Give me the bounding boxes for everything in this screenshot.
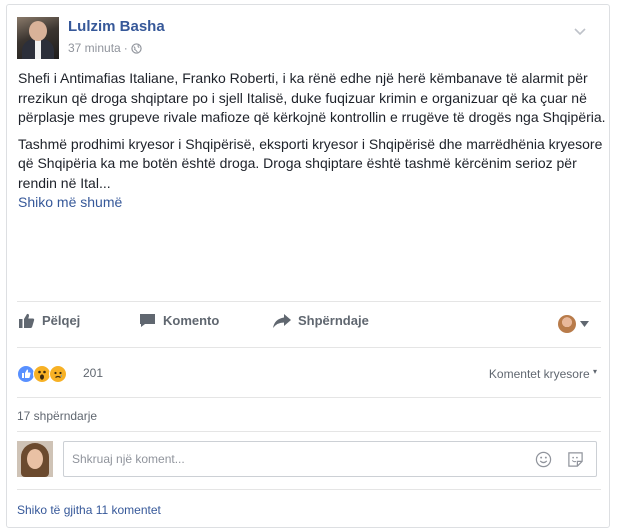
sad-reaction-icon [49, 365, 67, 383]
comment-box[interactable] [63, 441, 597, 477]
top-comments-label: Komentet kryesore [488, 367, 590, 381]
emoji-icon[interactable] [535, 451, 552, 468]
share-arrow-icon [273, 313, 291, 328]
reaction-icons[interactable] [17, 365, 67, 383]
post-time[interactable]: 37 minuta [68, 41, 121, 55]
author-name[interactable]: Lulzim Basha [68, 18, 165, 35]
divider [17, 301, 601, 302]
share-label: Shpërndaje [298, 313, 369, 328]
share-button[interactable]: Shpërndaje [273, 313, 369, 328]
divider [17, 347, 601, 348]
sticker-icon[interactable] [567, 451, 584, 468]
thumbs-up-icon [19, 313, 35, 328]
viewer-avatar [17, 441, 53, 477]
reaction-selector[interactable] [558, 315, 589, 333]
globe-icon[interactable] [131, 42, 142, 54]
post-meta: 37 minuta · [68, 41, 142, 55]
comment-icon [140, 314, 155, 327]
comment-label: Komento [163, 313, 220, 328]
divider [17, 431, 601, 432]
meta-separator: · [123, 41, 128, 55]
divider [17, 489, 601, 490]
reaction-count[interactable]: 201 [83, 366, 103, 380]
comment-composer [17, 439, 601, 479]
chevron-down-icon [580, 321, 589, 327]
chevron-down-icon[interactable] [573, 27, 587, 37]
share-count[interactable]: 17 shpërndarje [17, 409, 97, 423]
post-header: Lulzim Basha 37 minuta · [17, 15, 597, 59]
see-more-link[interactable]: Shiko më shumë [18, 193, 606, 213]
like-button[interactable]: Pëlqej [19, 313, 80, 328]
post-paragraph: Shefi i Antimafias Italiane, Franko Robe… [18, 70, 606, 125]
comment-button[interactable]: Komento [139, 313, 219, 328]
reactions-summary: 201 Komentet kryesore ▾ [17, 363, 601, 385]
action-bar: Pëlqej Komento Shpërndaje [17, 313, 601, 337]
viewer-avatar [558, 315, 576, 333]
chevron-down-icon: ▾ [592, 367, 597, 376]
like-label: Pëlqej [42, 313, 81, 328]
comment-input[interactable] [72, 450, 502, 468]
post-body: Shefi i Antimafias Italiane, Franko Robe… [18, 69, 606, 213]
divider [17, 397, 601, 398]
post-paragraph: Tashmë prodhimi kryesor i Shqipërisë, ek… [18, 135, 603, 191]
author-avatar[interactable] [17, 17, 59, 59]
post-card: Lulzim Basha 37 minuta · Shefi i Antimaf… [6, 4, 610, 528]
top-comments-dropdown[interactable]: Komentet kryesore ▾ [489, 367, 597, 381]
view-all-comments-link[interactable]: Shiko të gjitha 11 komentet [17, 503, 161, 517]
